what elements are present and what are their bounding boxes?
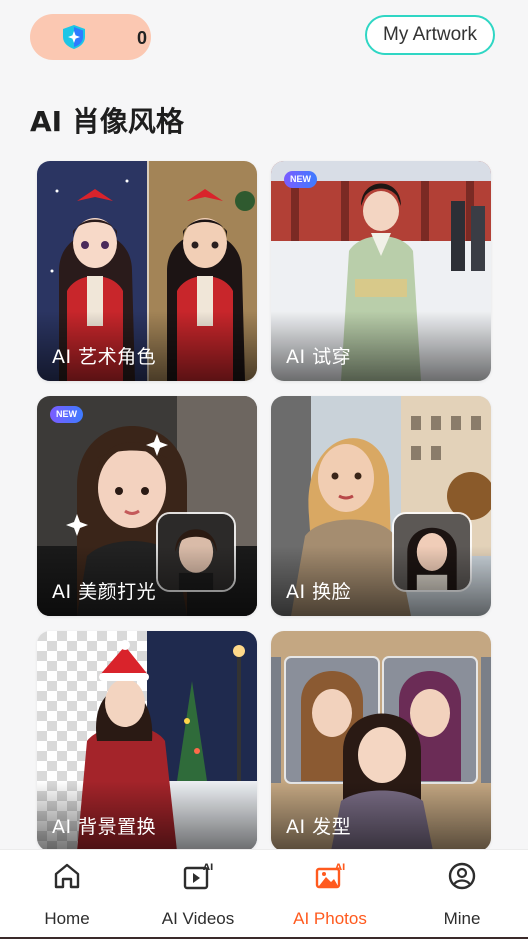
card-ai-try-on[interactable]: NEW AI 试穿 [271,161,491,381]
new-badge: NEW [284,171,317,188]
home-icon [54,863,80,889]
ai-video-icon: AI [183,863,213,890]
nav-item-ai-videos[interactable]: AI AI Videos [132,850,264,938]
card-ai-face-swap[interactable]: AI 换脸 [271,396,491,616]
ai-photo-icon: AI [315,863,345,889]
shield-star-icon [63,25,85,49]
page-title: AI 肖像风格 [30,105,184,138]
my-artwork-button[interactable]: My Artwork [365,15,495,55]
card-label: AI 试穿 [286,346,352,368]
card-label: AI 艺术角色 [52,346,157,368]
card-label: AI 发型 [286,816,352,838]
nav-label: AI Photos [293,909,367,928]
card-ai-beauty-lighting[interactable]: NEW AI 美颜打光 [37,396,257,616]
credits-count: 0 [137,28,148,48]
card-label: AI 换脸 [286,581,352,603]
nav-item-ai-photos[interactable]: AI AI Photos [264,850,396,938]
new-badge: NEW [50,406,83,423]
card-ai-background-replace[interactable]: AI 背景置换 [37,631,257,851]
nav-item-mine[interactable]: Mine [396,850,528,938]
card-ai-art-character[interactable]: AI 艺术角色 [37,161,257,381]
nav-label: Home [44,909,90,928]
bottom-nav: Home AI AI Videos AI AI Photos Mine [0,849,528,939]
nav-label: Mine [443,909,481,928]
nav-label: AI Videos [161,909,235,928]
svg-text:AI: AI [335,863,345,873]
nav-item-home[interactable]: Home [1,850,133,938]
card-label: AI 美颜打光 [52,581,157,603]
credits-pill[interactable]: 0 [30,14,151,60]
card-label: AI 背景置换 [52,816,157,838]
user-icon [448,862,476,890]
card-ai-hairstyle[interactable]: AI 发型 [271,631,491,851]
svg-text:AI: AI [203,863,213,873]
